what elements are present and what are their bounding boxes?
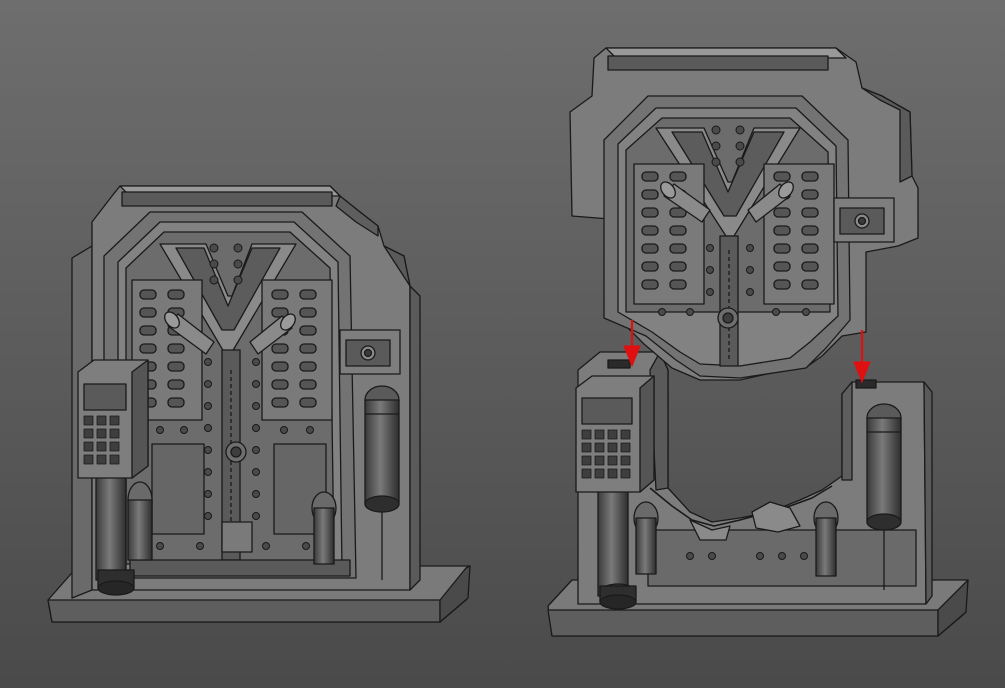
gear-icon	[225, 441, 247, 463]
render-viewport	[0, 0, 1005, 688]
control-box	[339, 329, 401, 375]
scene-canvas	[0, 0, 1005, 688]
side-wheel-left	[633, 501, 659, 575]
gear-icon	[717, 307, 739, 329]
side-wheel-left	[127, 481, 153, 561]
control-box	[833, 197, 895, 243]
side-wheel-right	[813, 501, 839, 577]
side-wheel-right	[311, 491, 337, 565]
